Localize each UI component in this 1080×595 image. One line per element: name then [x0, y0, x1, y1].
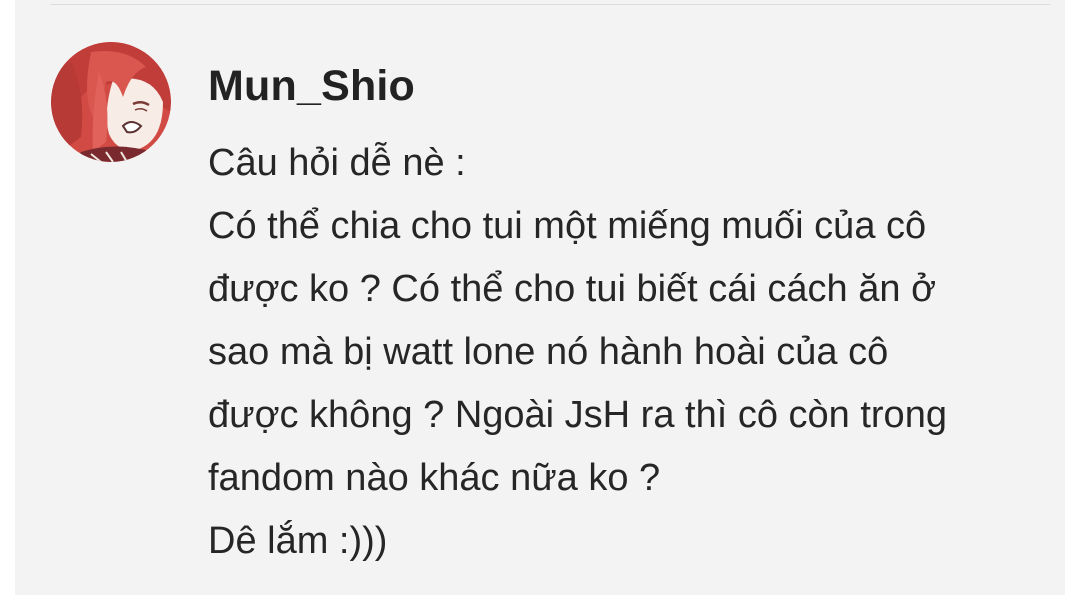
anime-character-avatar-icon: [51, 42, 171, 162]
comment-line: Dê lắm :))): [208, 520, 388, 562]
comment-line: Câu hỏi dễ nè :: [208, 142, 466, 184]
comment-card: Mun_Shio Câu hỏi dễ nè : Có thể chia cho…: [15, 0, 1065, 595]
comment-line: sao mà bị watt lone nó hành hoài của cô: [208, 331, 889, 373]
username[interactable]: Mun_Shio: [208, 62, 415, 111]
comment-text: Câu hỏi dễ nè : Có thể chia cho tui một …: [208, 132, 1053, 573]
divider: [50, 4, 1050, 5]
avatar[interactable]: [51, 42, 171, 162]
comment-line: được không ? Ngoài JsH ra thì cô còn tro…: [208, 394, 947, 436]
comment-line: fandom nào khác nữa ko ?: [208, 457, 661, 499]
comment-line: Có thể chia cho tui một miếng muối của c…: [208, 205, 927, 247]
comment-line: được ko ? Có thể cho tui biết cái cách ă…: [208, 268, 936, 310]
